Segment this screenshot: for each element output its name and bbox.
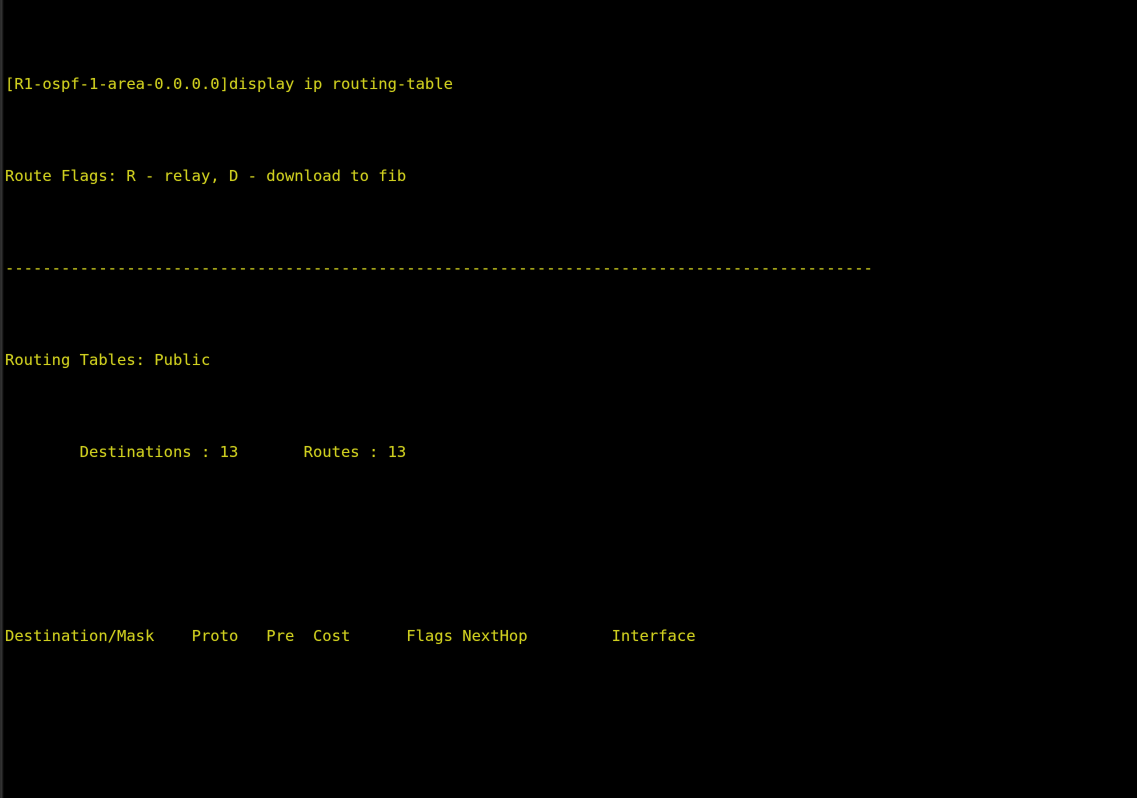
- terminal-screen-text[interactable]: [R1-ospf-1-area-0.0.0.0]display ip routi…: [5, 4, 1137, 798]
- terminal-window[interactable]: [R1-ospf-1-area-0.0.0.0]display ip routi…: [0, 0, 1137, 798]
- command-prompt-line: [R1-ospf-1-area-0.0.0.0]display ip routi…: [5, 75, 453, 93]
- blank-spacer-line-2: [5, 717, 1137, 740]
- routing-tables-label-line: Routing Tables: Public: [5, 351, 211, 369]
- table-header-line: Destination/Mask Proto Pre Cost Flags Ne…: [5, 627, 696, 645]
- separator-rule-line: ----------------------------------------…: [5, 259, 873, 277]
- window-left-edge-rail: [0, 0, 4, 798]
- destinations-routes-summary-line: Destinations : 13 Routes : 13: [5, 443, 407, 461]
- route-flags-legend-line: Route Flags: R - relay, D - download to …: [5, 167, 407, 185]
- blank-spacer-line-1: [5, 533, 1137, 556]
